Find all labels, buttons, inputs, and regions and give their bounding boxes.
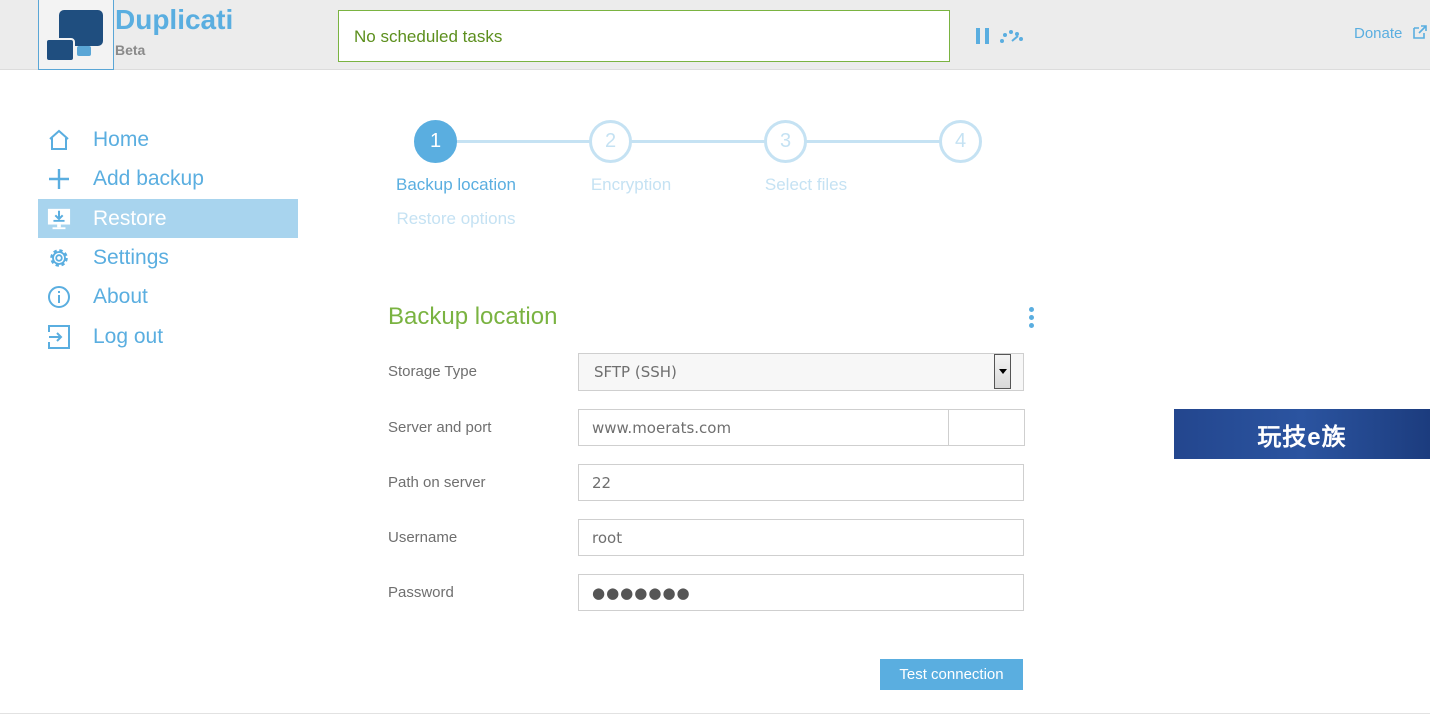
sidebar-item-about[interactable]: About bbox=[38, 277, 298, 316]
step-3-circle[interactable]: 3 bbox=[764, 120, 807, 163]
path-label: Path on server bbox=[388, 474, 486, 491]
step-2-circle[interactable]: 2 bbox=[589, 120, 632, 163]
plus-icon bbox=[47, 167, 71, 191]
sidebar-item-restore[interactable]: Restore bbox=[38, 199, 298, 238]
storage-type-label: Storage Type bbox=[388, 363, 477, 380]
watermark-banner: 玩技e族 bbox=[1174, 409, 1430, 459]
password-input[interactable]: ●●●●●●● bbox=[578, 574, 1024, 611]
step-connector bbox=[806, 140, 940, 143]
sidebar-item-label: Settings bbox=[93, 245, 169, 269]
more-options-icon[interactable] bbox=[1029, 307, 1035, 329]
storage-type-select[interactable]: SFTP (SSH) bbox=[578, 353, 1024, 391]
username-label: Username bbox=[388, 529, 458, 546]
duplicati-logo[interactable] bbox=[38, 0, 114, 70]
sidebar-item-label: Add backup bbox=[93, 166, 204, 190]
chevron-down-icon[interactable] bbox=[994, 354, 1011, 389]
step-1-label[interactable]: Backup location bbox=[376, 175, 536, 195]
sidebar-item-home[interactable]: Home bbox=[38, 120, 298, 159]
pause-icon[interactable] bbox=[976, 28, 990, 44]
sidebar-item-label: About bbox=[93, 284, 148, 308]
status-message: No scheduled tasks bbox=[338, 10, 950, 62]
restore-icon bbox=[47, 207, 71, 231]
path-input[interactable]: 22 bbox=[578, 464, 1024, 501]
section-title: Backup location bbox=[388, 303, 558, 330]
divider bbox=[0, 713, 1430, 714]
password-label: Password bbox=[388, 584, 454, 601]
storage-type-value: SFTP (SSH) bbox=[594, 363, 677, 381]
server-input[interactable]: www.moerats.com bbox=[578, 409, 949, 446]
step-1-circle[interactable]: 1 bbox=[414, 120, 457, 163]
app-name: Duplicati bbox=[115, 4, 234, 35]
logout-icon bbox=[47, 324, 71, 349]
app-subtitle: Beta bbox=[115, 42, 146, 58]
test-connection-button[interactable]: Test connection bbox=[880, 659, 1023, 690]
sidebar-item-add-backup[interactable]: Add backup bbox=[38, 159, 298, 198]
password-value: ●●●●●●● bbox=[592, 583, 691, 602]
top-header: Duplicati Beta No scheduled tasks Donate bbox=[0, 0, 1430, 70]
sidebar-item-logout[interactable]: Log out bbox=[38, 317, 298, 356]
donate-link[interactable]: Donate bbox=[1354, 25, 1402, 42]
server-port-label: Server and port bbox=[388, 419, 492, 436]
sidebar-item-label: Home bbox=[93, 127, 150, 151]
sidebar-item-settings[interactable]: Settings bbox=[38, 238, 298, 277]
sidebar-item-label: Restore bbox=[93, 206, 167, 230]
username-value: root bbox=[592, 528, 623, 547]
server-value: www.moerats.com bbox=[592, 418, 732, 437]
step-3-label[interactable]: Select files bbox=[726, 175, 886, 195]
step-connector bbox=[456, 140, 590, 143]
sidebar-item-label: Log out bbox=[93, 324, 164, 348]
home-icon bbox=[47, 128, 71, 152]
path-value: 22 bbox=[592, 473, 612, 492]
step-4-label[interactable]: Restore options bbox=[376, 209, 536, 229]
step-4-circle[interactable]: 4 bbox=[939, 120, 982, 163]
port-input[interactable] bbox=[948, 409, 1025, 446]
step-connector bbox=[631, 140, 765, 143]
external-link-icon[interactable] bbox=[1412, 24, 1428, 45]
username-input[interactable]: root bbox=[578, 519, 1024, 556]
step-2-label[interactable]: Encryption bbox=[551, 175, 711, 195]
gear-icon bbox=[47, 246, 71, 270]
info-icon bbox=[47, 285, 71, 309]
throttle-icon[interactable] bbox=[998, 28, 1026, 49]
